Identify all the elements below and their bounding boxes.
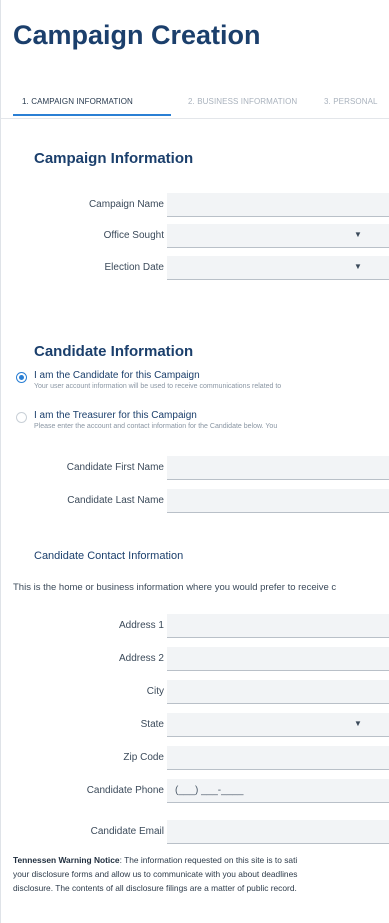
candidate-option-description: Your user account information will be us… [34, 383, 282, 390]
warning-line-1: Tennessen Warning Notice: The informatio… [13, 853, 389, 867]
candidate-phone-input[interactable] [167, 779, 389, 803]
candidate-email-row: Candidate Email [1, 820, 389, 844]
address-2-label: Address 2 [118, 653, 164, 664]
tennessen-warning-notice: Tennessen Warning Notice: The informatio… [13, 853, 389, 895]
dropdown-caret-icon: ▼ [354, 230, 362, 239]
dropdown-caret-icon: ▼ [354, 262, 362, 271]
state-row: State ▼ [1, 713, 389, 737]
office-sought-label: Office Sought [103, 230, 164, 241]
candidate-email-label: Candidate Email [90, 826, 164, 837]
city-input[interactable] [167, 680, 389, 704]
address-2-input[interactable] [167, 647, 389, 671]
treasurer-radio[interactable] [16, 412, 27, 423]
page-title: Campaign Creation [13, 20, 261, 50]
candidate-last-name-input[interactable] [167, 489, 389, 513]
candidate-phone-row: Candidate Phone [1, 779, 389, 803]
campaign-name-label: Campaign Name [88, 199, 164, 210]
address-1-label: Address 1 [118, 620, 164, 631]
contact-information-heading: Candidate Contact Information [34, 550, 184, 562]
zip-code-row: Zip Code [1, 746, 389, 770]
campaign-name-row: Campaign Name [1, 193, 389, 217]
warning-title: Tennessen Warning Notice [13, 855, 120, 865]
address-1-input[interactable] [167, 614, 389, 638]
tab-business-information[interactable]: 2. BUSINESS INFORMATION [188, 97, 297, 106]
address-1-row: Address 1 [1, 614, 389, 638]
election-date-row: Election Date ▼ [1, 256, 389, 280]
active-tab-indicator [13, 114, 171, 116]
candidate-last-name-row: Candidate Last Name [1, 489, 389, 513]
candidate-phone-label: Candidate Phone [86, 785, 164, 796]
treasurer-option-description: Please enter the account and contact inf… [34, 423, 278, 430]
zip-code-input[interactable] [167, 746, 389, 770]
warning-line-2: your disclosure forms and allow us to co… [13, 869, 298, 879]
candidate-last-name-label: Candidate Last Name [67, 495, 164, 506]
contact-information-intro: This is the home or business information… [13, 582, 337, 593]
campaign-information-heading: Campaign Information [34, 150, 194, 167]
candidate-information-heading: Candidate Information [34, 343, 194, 360]
tab-personal[interactable]: 3. PERSONAL [324, 97, 378, 106]
election-date-label: Election Date [104, 262, 164, 273]
candidate-option[interactable]: I am the Candidate for this Campaign You… [1, 370, 389, 398]
office-sought-row: Office Sought ▼ [1, 224, 389, 248]
treasurer-option[interactable]: I am the Treasurer for this Campaign Ple… [1, 410, 389, 438]
warning-text-1: : The information requested on this site… [119, 855, 298, 865]
candidate-first-name-row: Candidate First Name [1, 456, 389, 480]
campaign-name-input[interactable] [167, 193, 389, 217]
candidate-option-title: I am the Candidate for this Campaign [34, 370, 200, 381]
zip-code-label: Zip Code [123, 752, 164, 763]
page-frame: Campaign Creation 1. CAMPAIGN INFORMATIO… [0, 0, 389, 923]
address-2-row: Address 2 [1, 647, 389, 671]
city-label: City [146, 686, 164, 697]
tab-campaign-information[interactable]: 1. CAMPAIGN INFORMATION [22, 97, 133, 106]
state-label: State [140, 719, 164, 730]
treasurer-option-title: I am the Treasurer for this Campaign [34, 410, 197, 421]
warning-line-3: disclosure. The contents of all disclosu… [13, 883, 297, 893]
candidate-radio[interactable] [16, 372, 27, 383]
city-row: City [1, 680, 389, 704]
candidate-email-input[interactable] [167, 820, 389, 844]
candidate-first-name-label: Candidate First Name [66, 462, 164, 473]
candidate-first-name-input[interactable] [167, 456, 389, 480]
step-tabs: 1. CAMPAIGN INFORMATION 2. BUSINESS INFO… [1, 92, 389, 119]
dropdown-caret-icon: ▼ [354, 719, 362, 728]
